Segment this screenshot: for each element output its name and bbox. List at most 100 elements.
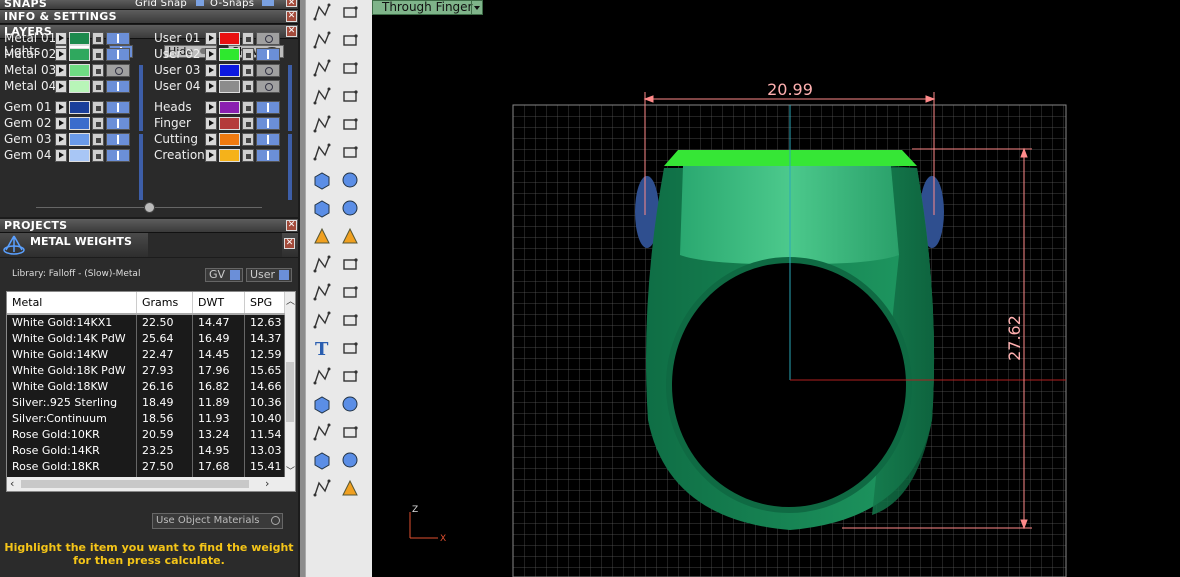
layer-color-swatch[interactable] — [219, 133, 240, 146]
layer-row[interactable]: Metal 04 — [4, 79, 138, 94]
layer-expand-icon[interactable] — [205, 32, 217, 45]
layer-color-swatch[interactable] — [69, 133, 90, 146]
layer-expand-icon[interactable] — [55, 101, 67, 114]
table-row[interactable]: Rose Gold:10KR 20.59 13.24 11.54 — [7, 427, 285, 444]
close-info-icon[interactable]: ✕ — [286, 11, 297, 22]
col-header-grams[interactable]: Grams — [137, 292, 193, 313]
grid-array-icon[interactable] — [310, 420, 334, 444]
layer-visibility-toggle[interactable] — [106, 149, 130, 162]
info-settings-header[interactable]: INFO & SETTINGS ✕ — [0, 10, 298, 24]
gem-icon[interactable] — [310, 448, 334, 472]
trim-icon[interactable] — [310, 252, 334, 276]
lock-icon[interactable] — [92, 48, 104, 61]
vertical-scrollbar[interactable]: ︿ ﹀ — [285, 292, 295, 477]
layer-row[interactable]: Metal 02 — [4, 47, 138, 62]
ellipse-icon[interactable] — [338, 56, 362, 80]
layer-color-swatch[interactable] — [219, 149, 240, 162]
boolean-icon[interactable] — [310, 280, 334, 304]
scale-icon[interactable] — [338, 336, 362, 360]
solid-icon[interactable] — [310, 392, 334, 416]
lock-icon[interactable] — [92, 133, 104, 146]
table-row[interactable]: Rose Gold:18KR 27.50 17.68 15.41 — [7, 459, 285, 476]
projects-header[interactable]: PROJECTS ✕ — [0, 219, 298, 233]
table-row[interactable]: White Gold:14KX1 22.50 14.47 12.63 — [7, 315, 285, 332]
layer-row[interactable]: Creation — [154, 148, 288, 163]
node-edit-icon[interactable] — [338, 0, 362, 24]
layer-color-swatch[interactable] — [219, 64, 240, 77]
array-icon[interactable] — [310, 364, 334, 388]
polygon-icon[interactable] — [310, 112, 334, 136]
lock-icon[interactable] — [242, 64, 254, 77]
layer-expand-icon[interactable] — [55, 117, 67, 130]
horizontal-scroll-thumb[interactable] — [21, 480, 249, 488]
layer-expand-icon[interactable] — [55, 133, 67, 146]
select-arrow-icon[interactable] — [310, 0, 334, 24]
grid-snap-label[interactable]: Grid Snap — [135, 0, 187, 10]
layer-expand-icon[interactable] — [55, 80, 67, 93]
layer-row[interactable]: User 03 — [154, 63, 288, 78]
layer-row[interactable]: Metal 01 — [4, 31, 138, 46]
layer-visibility-toggle[interactable] — [106, 117, 130, 130]
layer-visibility-toggle[interactable] — [256, 101, 280, 114]
lock-icon[interactable] — [92, 64, 104, 77]
lock-icon[interactable] — [92, 80, 104, 93]
cylinder-primitive-icon[interactable] — [310, 196, 334, 220]
close-projects-icon[interactable]: ✕ — [286, 220, 297, 231]
layer-visibility-toggle[interactable] — [256, 32, 280, 45]
scroll-up-icon[interactable]: ︿ — [286, 294, 295, 307]
profile-icon[interactable] — [338, 392, 362, 416]
arc-icon[interactable] — [338, 112, 362, 136]
col-header-dwt[interactable]: DWT — [193, 292, 245, 313]
collapse-icon[interactable] — [144, 202, 155, 213]
layer-visibility-toggle[interactable] — [106, 133, 130, 146]
polyline-icon[interactable] — [310, 28, 334, 52]
layer-visibility-toggle[interactable] — [106, 64, 130, 77]
vertical-scroll-thumb[interactable] — [286, 362, 294, 422]
table-row[interactable]: White Gold:18KW 26.16 16.82 14.66 — [7, 379, 285, 396]
lock-icon[interactable] — [242, 101, 254, 114]
table-row[interactable]: Silver:.925 Sterling 18.49 11.89 10.36 — [7, 395, 285, 412]
table-row[interactable]: White Gold:14K PdW 25.64 16.49 14.37 — [7, 331, 285, 348]
close-snaps-icon[interactable]: ✕ — [286, 0, 297, 8]
extend-icon[interactable] — [338, 252, 362, 276]
col-header-metal[interactable]: Metal — [7, 292, 137, 313]
rectangle-icon[interactable] — [338, 84, 362, 108]
table-row[interactable]: Rose Gold:14KR 23.25 14.95 13.03 — [7, 443, 285, 460]
lock-icon[interactable] — [242, 48, 254, 61]
view-mode-dropdown[interactable]: Through Finger — [372, 0, 483, 15]
layer-expand-icon[interactable] — [205, 149, 217, 162]
mirror-icon[interactable] — [338, 364, 362, 388]
layer-expand-icon[interactable] — [205, 117, 217, 130]
table-row[interactable]: White Gold:18K PdW 27.93 17.96 15.65 — [7, 363, 285, 380]
layer-expand-icon[interactable] — [55, 149, 67, 162]
layer-expand-icon[interactable] — [205, 133, 217, 146]
layer-visibility-toggle[interactable] — [106, 48, 130, 61]
bezier-curve-icon[interactable] — [338, 28, 362, 52]
spark-icon[interactable] — [338, 224, 362, 248]
scatter-icon[interactable] — [338, 280, 362, 304]
layer-row[interactable]: Finger — [154, 116, 288, 131]
snaps-header[interactable]: SNAPS Grid Snap O-Snaps ✕ — [0, 0, 298, 10]
layer-visibility-toggle[interactable] — [106, 101, 130, 114]
layer-row[interactable]: User 04 — [154, 79, 288, 94]
lock-icon[interactable] — [92, 149, 104, 162]
layer-color-swatch[interactable] — [69, 101, 90, 114]
pattern-icon[interactable] — [338, 420, 362, 444]
layer-row[interactable]: Heads — [154, 100, 288, 115]
scroll-left-icon[interactable]: ‹ — [10, 477, 14, 490]
paint-icon[interactable] — [338, 476, 362, 500]
3d-viewport[interactable]: 20.99 27.62 Z X — [372, 0, 1180, 577]
layer-expand-icon[interactable] — [55, 48, 67, 61]
user-toggle[interactable]: User — [246, 268, 292, 282]
lock-icon[interactable] — [242, 32, 254, 45]
o-snaps-toggle[interactable] — [262, 0, 274, 6]
layer-color-swatch[interactable] — [69, 117, 90, 130]
o-snaps-checkbox[interactable] — [196, 0, 204, 6]
layer-visibility-toggle[interactable] — [106, 80, 130, 93]
gear-icon[interactable] — [310, 224, 334, 248]
layer-expand-icon[interactable] — [205, 101, 217, 114]
layer-visibility-toggle[interactable] — [256, 80, 280, 93]
gv-toggle[interactable]: GV — [205, 268, 243, 282]
use-object-materials-toggle[interactable]: Use Object Materials — [152, 513, 283, 529]
layer-color-swatch[interactable] — [69, 80, 90, 93]
